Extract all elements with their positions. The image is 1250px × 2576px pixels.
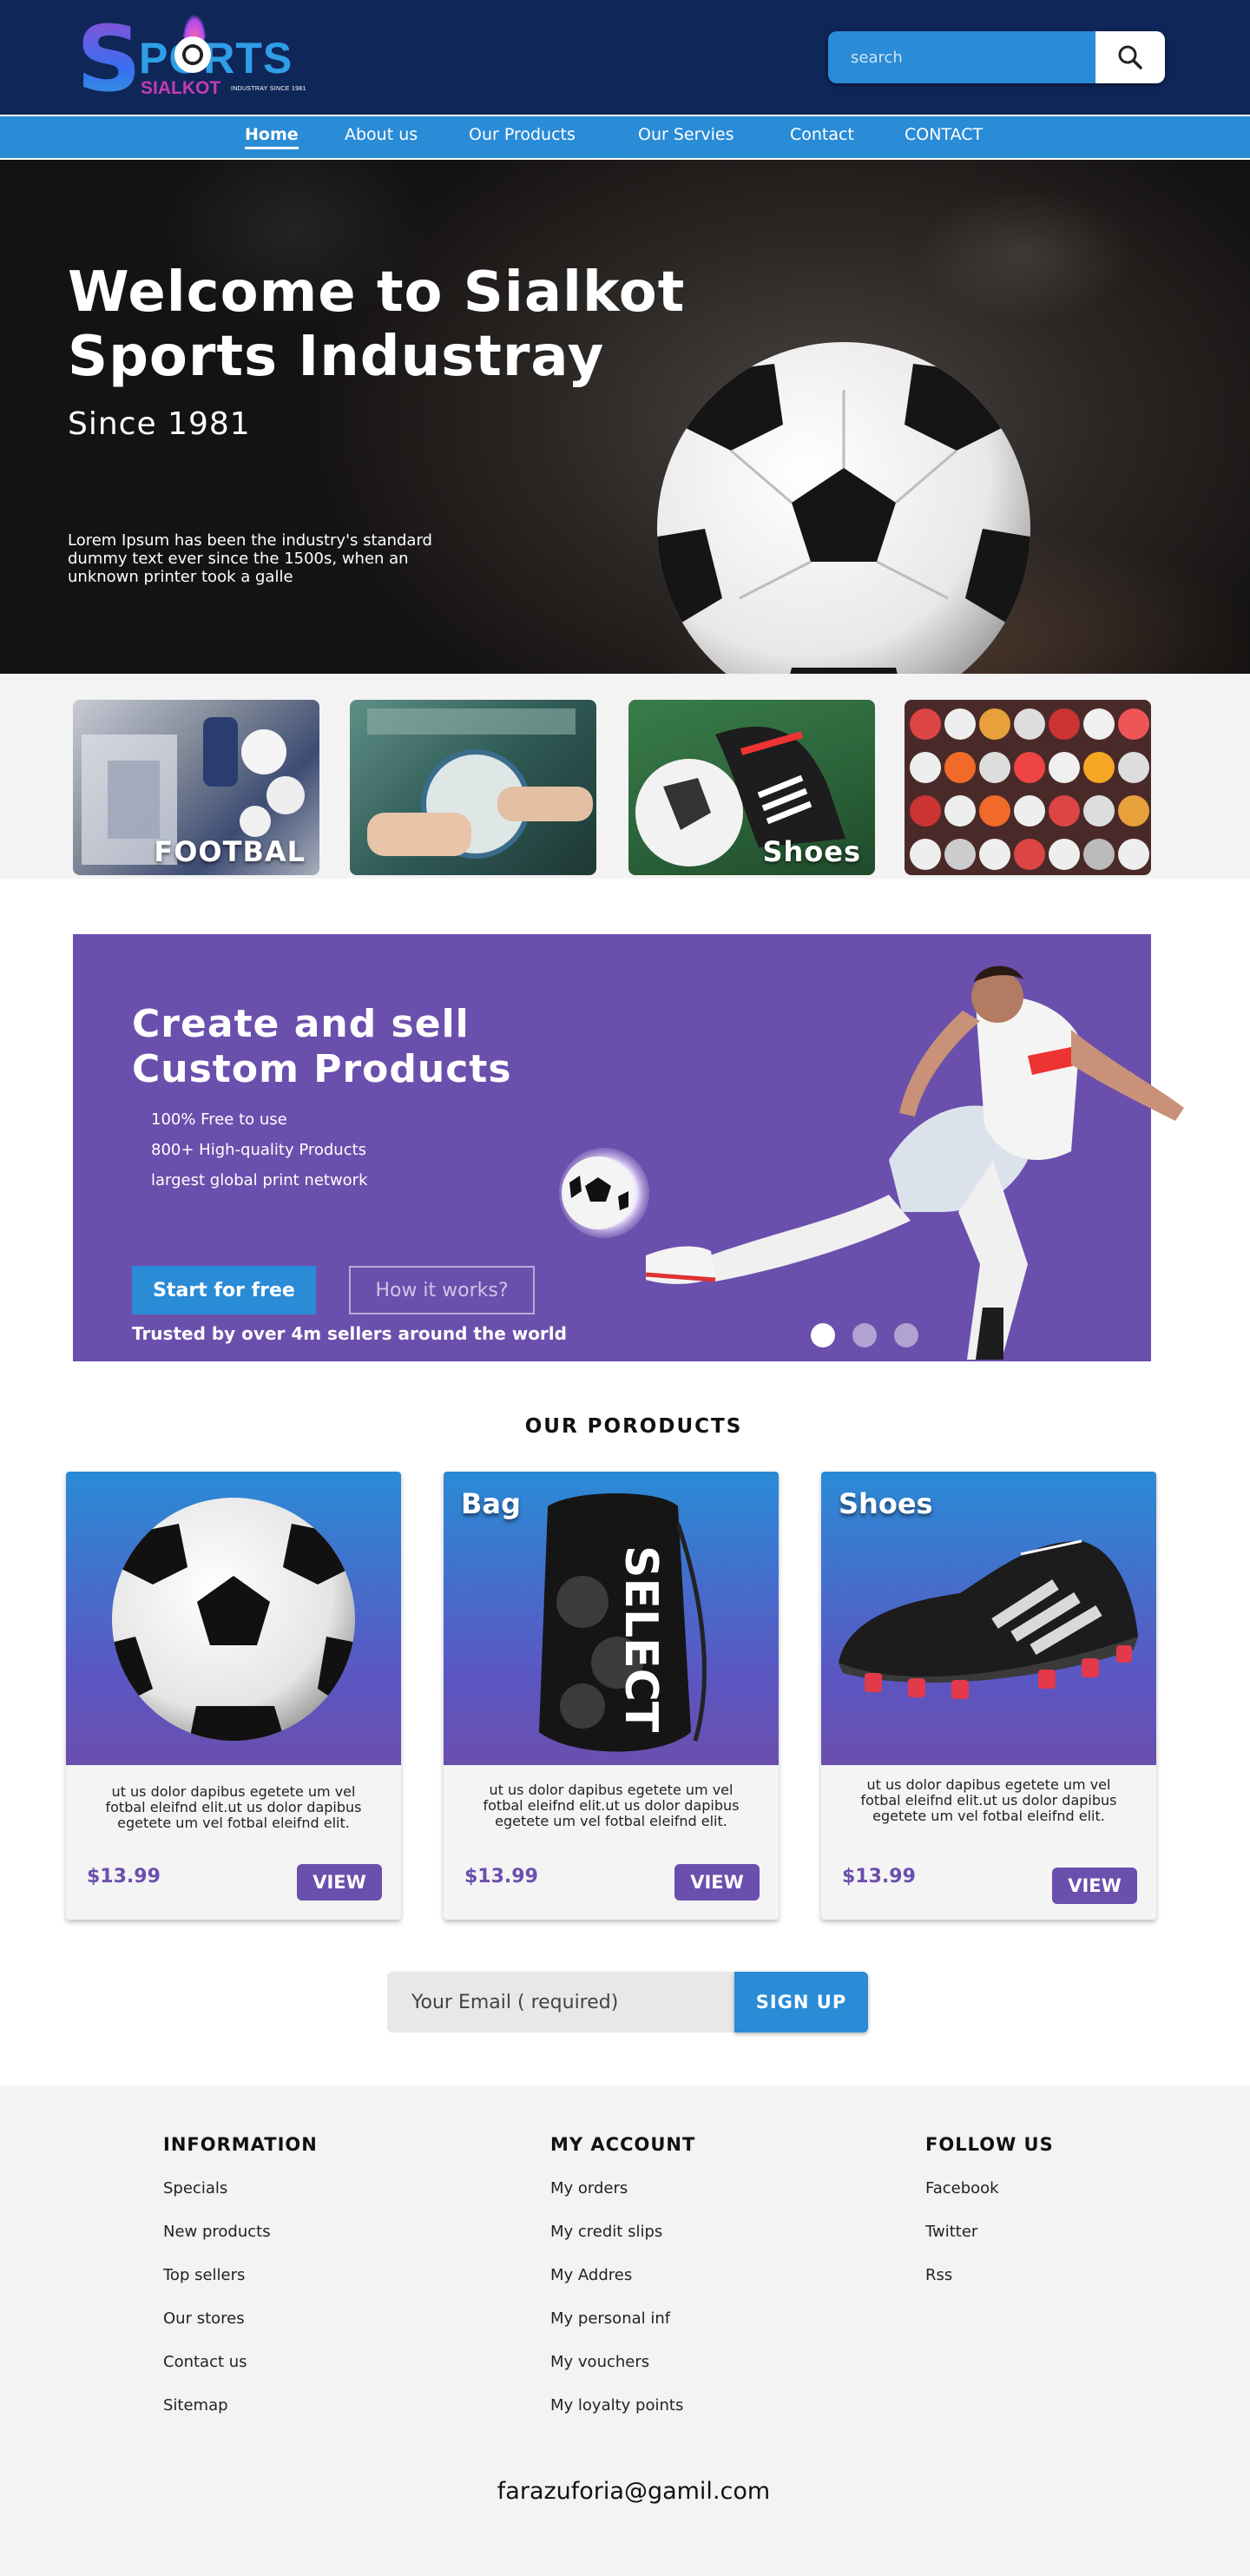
- search-icon: [1118, 45, 1142, 69]
- product-description: ut us dolor dapibus egetete um vel fotba…: [483, 1782, 740, 1829]
- nav-home[interactable]: Home: [245, 125, 299, 149]
- footer-link-orders[interactable]: My orders: [550, 2167, 695, 2210]
- email-input[interactable]: [387, 1972, 734, 2032]
- category-label: Shoes: [762, 835, 861, 868]
- product-image: [66, 1472, 401, 1765]
- footer-link-twitter[interactable]: Twitter: [925, 2210, 1054, 2254]
- logo-subtitle: SIALKOT: [141, 78, 221, 98]
- footer-column-information: INFORMATION Specials New products Top se…: [163, 2134, 318, 2428]
- footer-link-top-sellers[interactable]: Top sellers: [163, 2254, 318, 2297]
- product-card-bag[interactable]: SELECT Bag ut us dolor dapibus egetete u…: [444, 1472, 779, 1920]
- how-it-works-button[interactable]: How it works?: [349, 1266, 535, 1314]
- nav-contact-upper[interactable]: CONTACT: [905, 125, 983, 144]
- logo-tagline: INDUSTRAY SINCE 1981: [231, 86, 306, 92]
- category-card-balls[interactable]: [350, 700, 596, 875]
- footer-link-facebook[interactable]: Facebook: [925, 2167, 1054, 2210]
- hero-subtitle: Since 1981: [68, 406, 251, 442]
- footer-link-credit-slips[interactable]: My credit slips: [550, 2210, 695, 2254]
- footer-link-sitemap[interactable]: Sitemap: [163, 2384, 318, 2428]
- promo-trust-text: Trusted by over 4m sellers around the wo…: [132, 1323, 567, 1344]
- footer-heading: INFORMATION: [163, 2134, 318, 2155]
- main-nav: Home About us Our Products Our Servies C…: [0, 115, 1250, 160]
- view-button[interactable]: VIEW: [297, 1864, 382, 1901]
- footer-link-contact-us[interactable]: Contact us: [163, 2341, 318, 2384]
- nav-contact[interactable]: Contact: [790, 125, 854, 144]
- football-icon: [174, 36, 211, 73]
- category-card-store[interactable]: [905, 700, 1151, 875]
- slide-dot-3[interactable]: [894, 1323, 918, 1347]
- product-name: Shoes: [839, 1487, 933, 1520]
- slide-dot-1[interactable]: [811, 1323, 835, 1347]
- hero-football-image: [657, 342, 1030, 674]
- logo-wordmark: PORTS: [139, 34, 293, 82]
- view-button[interactable]: VIEW: [674, 1864, 760, 1901]
- product-description: ut us dolor dapibus egetete um vel fotba…: [860, 1776, 1117, 1824]
- product-name: Bag: [461, 1487, 521, 1520]
- promo-feature: 100% Free to use: [151, 1110, 287, 1129]
- search-button[interactable]: [1095, 31, 1165, 83]
- product-image: Shoes: [821, 1472, 1156, 1765]
- product-price: $13.99: [87, 1866, 161, 1888]
- category-label: FOOTBAL: [154, 835, 306, 868]
- product-card-shoes[interactable]: Shoes ut us dolor dapibus egetete um vel…: [821, 1472, 1156, 1920]
- promo-feature: largest global print network: [151, 1171, 368, 1189]
- logo-initial: S: [76, 6, 141, 112]
- site-footer: INFORMATION Specials New products Top se…: [0, 2085, 1250, 2576]
- site-header: S PORTS SIALKOT INDUSTRAY SINCE 1981: [0, 0, 1250, 115]
- hero-title: Welcome to Sialkot Sports Industray: [68, 260, 686, 389]
- footer-link-personal-info[interactable]: My personal inf: [550, 2297, 695, 2341]
- category-strip: FOOTBAL Shoes: [0, 674, 1250, 879]
- view-button[interactable]: VIEW: [1052, 1868, 1137, 1904]
- product-card-football[interactable]: ut us dolor dapibus egetete um vel fotba…: [66, 1472, 401, 1920]
- footer-heading: FOLLOW US: [925, 2134, 1054, 2155]
- nav-services[interactable]: Our Servies: [638, 125, 734, 144]
- promo-banner: Create and sell Custom Products 100% Fre…: [73, 934, 1184, 1361]
- football-product-icon: [112, 1498, 355, 1741]
- stitching-photo: [367, 708, 593, 859]
- footer-link-loyalty-points[interactable]: My loyalty points: [550, 2384, 695, 2428]
- footer-link-specials[interactable]: Specials: [163, 2167, 318, 2210]
- newsletter-form: SIGN UP: [387, 1972, 868, 2032]
- footer-link-new-products[interactable]: New products: [163, 2210, 318, 2254]
- sign-up-button[interactable]: SIGN UP: [734, 1972, 868, 2032]
- footer-link-our-stores[interactable]: Our stores: [163, 2297, 318, 2341]
- product-price: $13.99: [464, 1866, 538, 1888]
- hero-banner: Welcome to Sialkot Sports Industray Sinc…: [0, 160, 1250, 674]
- svg-text:SELECT: SELECT: [615, 1545, 667, 1733]
- ball-shelf-photo: [910, 708, 1149, 870]
- search-bar: [828, 31, 1165, 83]
- promo-features: 100% Free to use 800+ High-quality Produ…: [151, 1104, 368, 1196]
- product-price: $13.99: [842, 1866, 916, 1888]
- footer-column-account: MY ACCOUNT My orders My credit slips My …: [550, 2134, 695, 2428]
- category-card-shoes[interactable]: Shoes: [628, 700, 875, 875]
- promo-title-line1: Create and sell: [132, 1002, 470, 1046]
- hero-description: Lorem Ipsum has been the industry's stan…: [68, 531, 432, 586]
- category-card-football[interactable]: FOOTBAL: [73, 700, 319, 875]
- footer-link-vouchers[interactable]: My vouchers: [550, 2341, 695, 2384]
- product-description: ut us dolor dapibus egetete um vel fotba…: [105, 1783, 362, 1831]
- nav-about[interactable]: About us: [345, 125, 418, 144]
- player-kicking-image: [559, 965, 1184, 1360]
- promo-feature: 800+ High-quality Products: [151, 1141, 367, 1159]
- footer-link-address[interactable]: My Addres: [550, 2254, 695, 2297]
- promo-title-line2: Custom Products: [132, 1047, 512, 1091]
- start-free-button[interactable]: Start for free: [132, 1266, 316, 1314]
- product-image: SELECT Bag: [444, 1472, 779, 1765]
- footer-email[interactable]: farazuforia@gamil.com: [0, 2478, 1250, 2505]
- promo-title: Create and sell Custom Products: [132, 1002, 512, 1092]
- search-input[interactable]: [828, 31, 1095, 83]
- brand-logo[interactable]: S PORTS SIALKOT INDUSTRAY SINCE 1981: [76, 14, 311, 109]
- footer-heading: MY ACCOUNT: [550, 2134, 696, 2155]
- slide-dot-2[interactable]: [852, 1323, 877, 1347]
- footer-link-rss[interactable]: Rss: [925, 2254, 1054, 2297]
- products-heading: OUR PORODUCTS: [524, 1415, 743, 1438]
- nav-products[interactable]: Our Products: [469, 125, 576, 144]
- footer-column-follow: FOLLOW US Facebook Twitter Rss: [925, 2134, 1054, 2297]
